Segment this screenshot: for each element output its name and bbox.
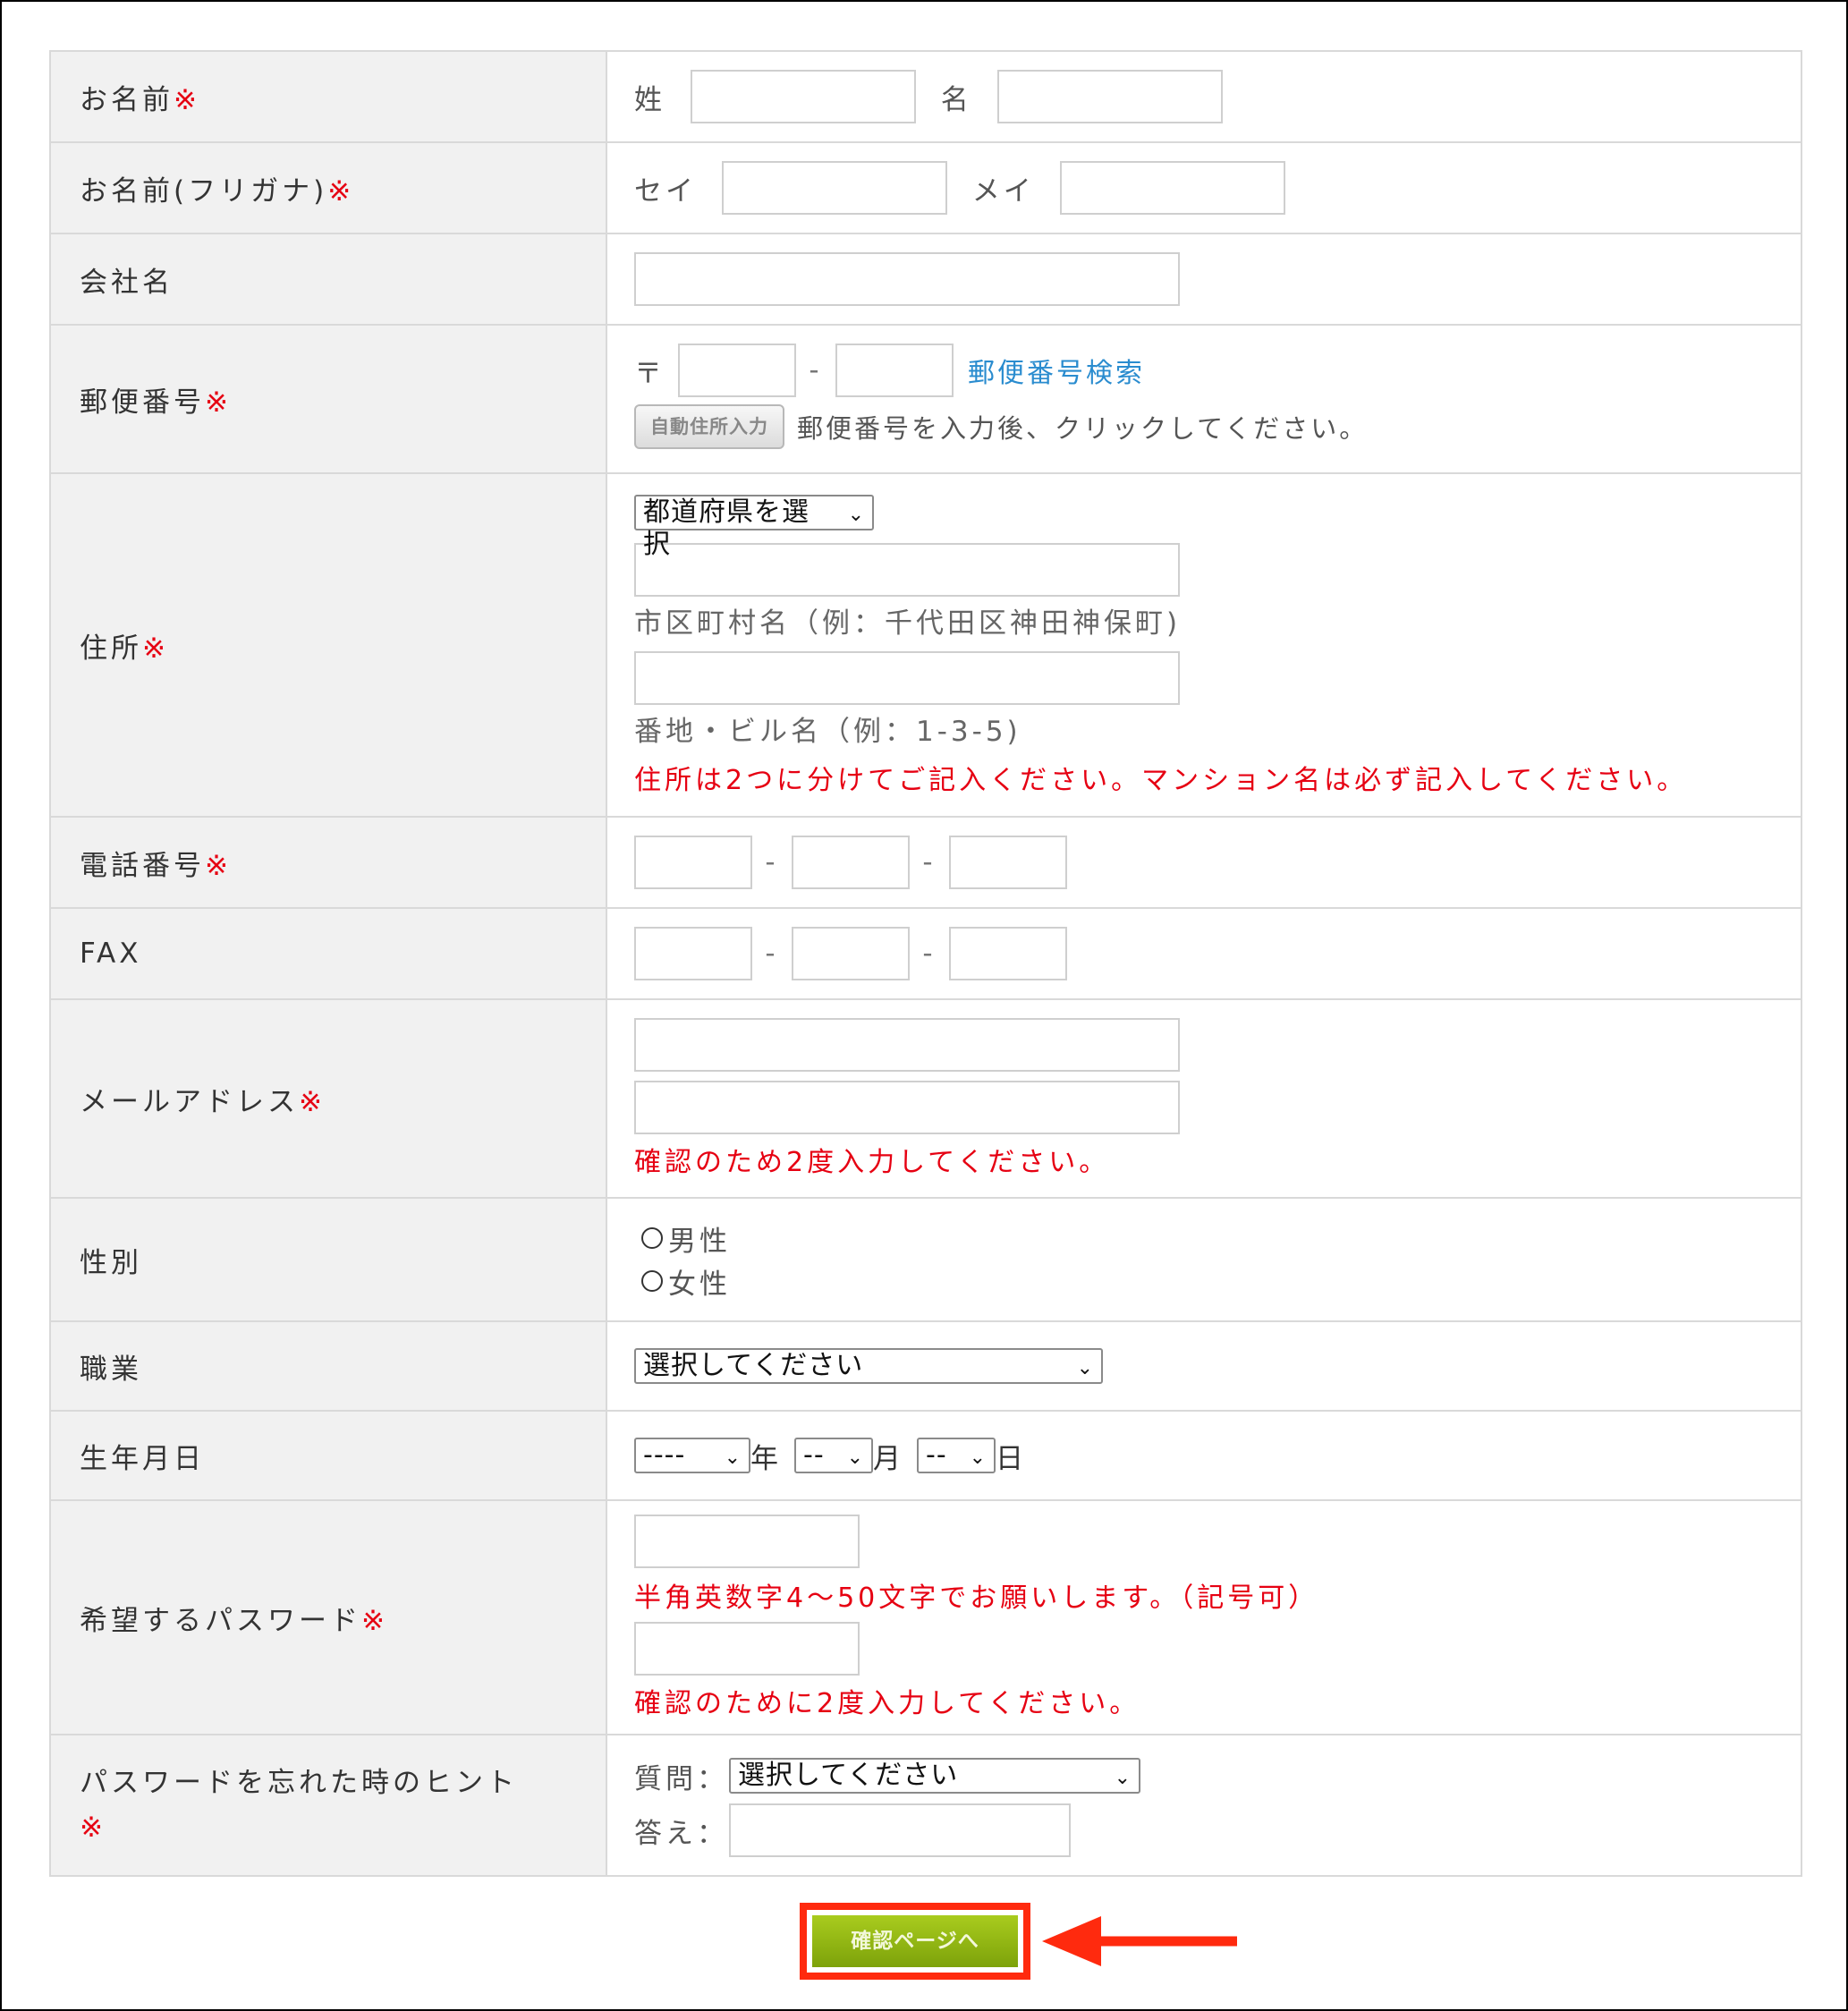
fax-second-input[interactable] [792, 927, 910, 980]
company-input[interactable] [634, 252, 1180, 306]
label-postal: 郵便番号※ [49, 324, 607, 474]
postal-mark: 〒 [634, 357, 665, 390]
email-input[interactable] [634, 1018, 1180, 1072]
label-phone: 電話番号※ [49, 816, 607, 909]
radio-button[interactable] [641, 1227, 663, 1249]
city-hint: 市区町村名（例：千代田区神田神保町) [634, 607, 1182, 640]
gender-option-female[interactable]: 女性 [631, 1260, 1801, 1302]
city-input[interactable] [634, 543, 1180, 597]
registration-form: お名前※ 姓 名 お名前(フリガナ)※ セイ メイ 会社名 郵便番号※ 〒 - [49, 50, 1802, 1877]
row-email: メールアドレス※ 確認のため2度入力してください。 [49, 998, 1802, 1199]
phone-second-input[interactable] [792, 836, 910, 889]
required-mark: ※ [80, 1812, 106, 1844]
required-mark: ※ [327, 174, 355, 208]
row-birthday: 生年月日 ---- ⌄ 年 -- ⌄ 月 -- ⌄ 日 [49, 1410, 1802, 1501]
label-birthday: 生年月日 [49, 1410, 607, 1501]
chevron-down-icon: ⌄ [846, 1447, 864, 1469]
first-name-input[interactable] [996, 70, 1223, 123]
required-mark: ※ [299, 1085, 326, 1118]
fax-first-input[interactable] [634, 927, 752, 980]
prefecture-select[interactable]: 都道府県を選択 ⌄ [634, 495, 874, 560]
street-input[interactable] [634, 651, 1180, 705]
birth-month-select[interactable]: -- ⌄ [794, 1438, 873, 1473]
last-name-input[interactable] [690, 70, 916, 123]
first-name-kana-input[interactable] [1059, 161, 1285, 215]
label-job: 職業 [49, 1320, 607, 1412]
row-postal: 郵便番号※ 〒 - 郵便番号検索 自動住所入力 郵便番号を入力後、クリックしてく… [49, 324, 1802, 474]
birth-day-select[interactable]: -- ⌄ [917, 1438, 996, 1473]
password-confirm-note: 確認のために2度入力してください。 [634, 1688, 1140, 1719]
hint-question-select[interactable]: 選択してください ⌄ [729, 1758, 1140, 1794]
confirm-page-button[interactable]: 確認ページへ [812, 1915, 1018, 1967]
label-name: お名前※ [49, 50, 607, 143]
fax-dash: - [922, 938, 937, 970]
chevron-down-icon: ⌄ [969, 1447, 987, 1469]
job-select[interactable]: 選択してください ⌄ [634, 1348, 1103, 1384]
label-fax: FAX [49, 907, 607, 1000]
password-input[interactable] [634, 1515, 860, 1568]
gender-option-male[interactable]: 男性 [631, 1217, 1801, 1260]
sei-label: 姓 [634, 83, 665, 116]
row-password-hint: パスワードを忘れた時のヒント ※ 質問： 選択してください ⌄ 答え： [49, 1734, 1802, 1877]
row-address: 住所※ 都道府県を選択 ⌄ 市区町村名（例：千代田区神田神保町) 番地・ビル名（例… [49, 472, 1802, 818]
row-phone: 電話番号※ - - [49, 816, 1802, 909]
last-name-kana-input[interactable] [721, 161, 947, 215]
row-job: 職業 選択してください ⌄ [49, 1320, 1802, 1412]
chevron-down-icon: ⌄ [724, 1447, 742, 1469]
required-mark: ※ [205, 849, 232, 882]
sei-kana-label: セイ [634, 174, 697, 208]
label-email: メールアドレス※ [49, 998, 607, 1199]
label-password-hint: パスワードを忘れた時のヒント ※ [49, 1734, 607, 1877]
postal-dash: - [809, 354, 823, 386]
auto-address-hint: 郵便番号を入力後、クリックしてください。 [797, 413, 1369, 444]
mei-label: 名 [940, 83, 972, 116]
submit-highlight-box: 確認ページへ [800, 1903, 1030, 1980]
email-note: 確認のため2度入力してください。 [634, 1147, 1110, 1178]
required-mark: ※ [142, 632, 169, 665]
hint-answer-input[interactable] [729, 1803, 1071, 1857]
phone-dash: - [922, 846, 937, 878]
postal-code-first-input[interactable] [678, 344, 796, 397]
label-password: 希望するパスワード※ [49, 1499, 607, 1735]
chevron-down-icon: ⌄ [1114, 1767, 1132, 1789]
phone-third-input[interactable] [949, 836, 1067, 889]
chevron-down-icon: ⌄ [1076, 1357, 1094, 1379]
row-fax: FAX - - [49, 907, 1802, 1000]
row-name: お名前※ 姓 名 [49, 50, 1802, 143]
required-mark: ※ [174, 83, 200, 116]
street-hint: 番地・ビル名（例：1-3-5) [634, 716, 1021, 748]
question-label: 質問： [634, 1762, 728, 1795]
required-mark: ※ [361, 1604, 388, 1637]
chevron-down-icon: ⌄ [847, 504, 865, 526]
mei-kana-label: メイ [971, 174, 1035, 208]
row-furigana: お名前(フリガナ)※ セイ メイ [49, 141, 1802, 234]
radio-button[interactable] [641, 1270, 663, 1292]
phone-first-input[interactable] [634, 836, 752, 889]
required-mark: ※ [205, 386, 232, 419]
year-unit: 年 [750, 1442, 782, 1475]
label-company: 会社名 [49, 233, 607, 326]
label-address: 住所※ [49, 472, 607, 818]
row-password: 希望するパスワード※ 半角英数字4～50文字でお願いします。（記号可） 確認のた… [49, 1499, 1802, 1735]
address-note: 住所は2つに分けてご記入ください。マンション名は必ず記入してください。 [634, 765, 1688, 796]
auto-address-button[interactable]: 自動住所入力 [634, 404, 784, 449]
row-company: 会社名 [49, 233, 1802, 326]
phone-dash: - [765, 846, 779, 878]
row-gender: 性別 男性 女性 [49, 1197, 1802, 1322]
arrow-left-icon [1042, 1916, 1237, 1966]
month-unit: 月 [873, 1442, 904, 1475]
postal-code-second-input[interactable] [835, 344, 954, 397]
password-confirm-input[interactable] [634, 1622, 860, 1676]
answer-label: 答え： [634, 1817, 728, 1850]
postal-search-link[interactable]: 郵便番号検索 [968, 351, 1145, 390]
label-gender: 性別 [49, 1197, 607, 1322]
email-confirm-input[interactable] [634, 1081, 1180, 1134]
fax-dash: - [765, 938, 779, 970]
fax-third-input[interactable] [949, 927, 1067, 980]
password-note: 半角英数字4～50文字でお願いします。（記号可） [634, 1582, 1319, 1614]
label-furigana: お名前(フリガナ)※ [49, 141, 607, 234]
birth-year-select[interactable]: ---- ⌄ [634, 1438, 750, 1473]
day-unit: 日 [996, 1442, 1027, 1475]
